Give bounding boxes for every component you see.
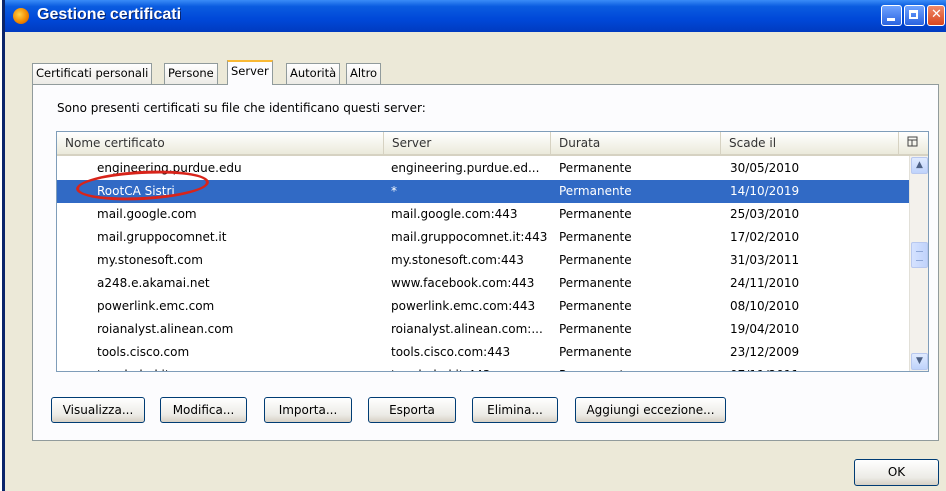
cell-duration: Permanente [559,207,632,221]
cell-server: www.facebook.com:443 [391,276,535,290]
scrollbar-thumb[interactable] [911,242,928,268]
tab-people[interactable]: Persone [164,63,218,84]
table-row[interactable]: powerlink.emc.com powerlink.emc.com:443 … [57,295,909,318]
tab-authorities[interactable]: Autorità [286,63,341,84]
column-picker-icon[interactable] [907,136,919,148]
cell-server: tools.cisco.com:443 [391,345,511,359]
maximize-icon[interactable] [904,5,925,26]
table-row[interactable]: engineering.purdue.edu engineering.purdu… [57,157,909,180]
cell-duration: Permanente [559,184,632,198]
cell-server: engineering.purdue.ed... [391,161,540,175]
export-button[interactable]: Esporta [368,397,456,423]
cell-duration: Permanente [559,345,632,359]
cell-duration: Permanente [559,253,632,267]
cell-duration: Permanente [559,161,632,175]
cell-certificate-name: mail.google.com [97,207,197,221]
edit-button[interactable]: Modifica... [160,397,247,423]
table-row[interactable]: roianalyst.alinean.com roianalyst.alinea… [57,318,909,341]
cell-certificate-name: powerlink.emc.com [97,299,215,313]
grip-icon [916,251,923,261]
certificate-manager-window: Gestione certificati Certificati persona… [2,0,946,491]
column-certificate-name[interactable]: Nome certificato [57,132,384,154]
cell-expires: 31/03/2011 [730,253,800,267]
cell-certificate-name: trac.babel.it [97,364,377,371]
column-header: Nome certificato Server Durata Scade il [57,132,928,156]
cell-certificate-name: roianalyst.alinean.com [97,322,234,336]
firefox-app-icon [13,8,29,24]
cell-duration: Permanente [559,364,709,371]
cell-certificate-name: my.stonesoft.com [97,253,203,267]
cell-server: trac.babel.it:443 [391,364,557,371]
cell-expires: 25/03/2010 [730,207,800,221]
cell-certificate-name: mail.gruppocomnet.it [97,230,227,244]
vertical-scrollbar[interactable]: ▲ ▼ [909,156,928,371]
cell-server: roianalyst.alinean.com:... [391,322,543,336]
cell-duration: Permanente [559,276,632,290]
column-server[interactable]: Server [384,132,551,154]
table-row[interactable]: my.stonesoft.com my.stonesoft.com:443 Pe… [57,249,909,272]
cell-server: * [391,184,397,198]
close-icon[interactable] [927,5,945,26]
ok-button[interactable]: OK [854,459,939,486]
cell-expires: 07/11/2011 [730,364,880,371]
table-row[interactable]: trac.babel.it trac.babel.it:443 Permanen… [57,364,909,371]
cell-certificate-name: tools.cisco.com [97,345,190,359]
cell-expires: 23/12/2009 [730,345,800,359]
cell-expires: 30/05/2010 [730,161,800,175]
certificate-tree[interactable]: Nome certificato Server Durata Scade il … [56,131,929,372]
cell-duration: Permanente [559,322,632,336]
table-row[interactable]: a248.e.akamai.net www.facebook.com:443 P… [57,272,909,295]
cell-server: powerlink.emc.com:443 [391,299,536,313]
cell-server: my.stonesoft.com:443 [391,253,524,267]
cell-duration: Permanente [559,299,632,313]
servers-panel: Sono presenti certificati su file che id… [32,84,939,441]
table-row-selected[interactable]: RootCA Sistri * Permanente 14/10/2019 [57,180,909,203]
title-bar[interactable]: Gestione certificati [5,0,946,32]
cell-certificate-name: RootCA Sistri [97,184,175,198]
cell-certificate-name: a248.e.akamai.net [97,276,210,290]
cell-server: mail.google.com:443 [391,207,518,221]
tab-other[interactable]: Altro [346,63,382,84]
table-row[interactable]: mail.gruppocomnet.it mail.gruppocomnet.i… [57,226,909,249]
panel-description: Sono presenti certificati su file che id… [57,101,426,115]
chevron-up-icon[interactable]: ▲ [911,157,928,174]
cell-server: mail.gruppocomnet.it:443 [391,230,548,244]
cell-duration: Permanente [559,230,632,244]
add-exception-button[interactable]: Aggiungi eccezione... [575,397,726,423]
minimize-icon[interactable] [881,5,902,26]
table-row[interactable]: mail.google.com mail.google.com:443 Perm… [57,203,909,226]
cell-expires: 24/11/2010 [730,276,800,290]
delete-button[interactable]: Elimina... [472,397,558,423]
cell-expires: 17/02/2010 [730,230,800,244]
cell-expires: 19/04/2010 [730,322,800,336]
cell-certificate-name: engineering.purdue.edu [97,161,242,175]
column-duration[interactable]: Durata [551,132,721,154]
cell-expires: 14/10/2019 [730,184,800,198]
view-button[interactable]: Visualizza... [51,397,145,423]
import-button[interactable]: Importa... [264,397,352,423]
window-title: Gestione certificati [37,6,182,23]
tab-personal-certificates[interactable]: Certificati personali [32,63,153,84]
table-row[interactable]: tools.cisco.com tools.cisco.com:443 Perm… [57,341,909,364]
tab-servers[interactable]: Server [227,60,273,85]
chevron-down-icon[interactable]: ▼ [911,353,928,370]
column-expires[interactable]: Scade il [721,132,899,154]
cell-expires: 08/10/2010 [730,299,800,313]
